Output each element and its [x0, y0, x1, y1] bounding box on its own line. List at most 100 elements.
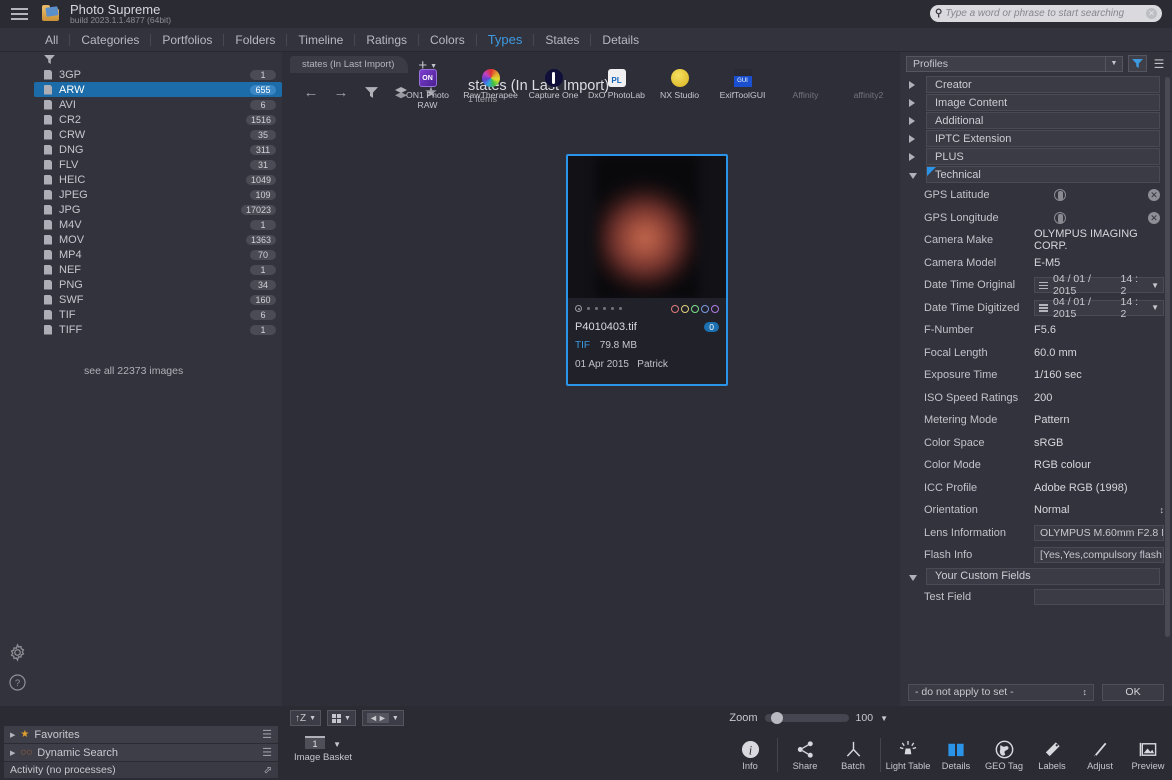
toolbar-info[interactable]: i Info: [726, 738, 774, 771]
globe-icon[interactable]: [1054, 189, 1066, 202]
expand-icon[interactable]: ⬀: [264, 765, 272, 776]
rating-dot[interactable]: [611, 307, 614, 310]
metadata-group-additional[interactable]: Additional: [909, 112, 1160, 129]
metadata-group-iptc-extension[interactable]: IPTC Extension: [909, 130, 1160, 147]
ok-button[interactable]: OK: [1102, 683, 1164, 701]
field-test-field[interactable]: Test Field: [900, 586, 1164, 609]
external-app-affinity[interactable]: Affinity: [774, 69, 837, 100]
see-all-images-link[interactable]: see all 22373 images: [34, 337, 282, 377]
toolbar-preview[interactable]: Preview: [1124, 738, 1172, 771]
field-iso-speed-ratings[interactable]: ISO Speed Ratings 200: [900, 387, 1164, 410]
external-app-exiftoolgui[interactable]: GUI ExifToolGUI: [711, 69, 774, 100]
datetime-input[interactable]: 04 / 01 / 2015 14 : 2 ▼: [1034, 273, 1164, 297]
external-app-on1-photo-raw[interactable]: ON ON1 Photo RAW: [396, 69, 459, 110]
tab-colors[interactable]: Colors: [419, 33, 477, 46]
external-app-dxo-photolab[interactable]: PL DxO PhotoLab: [585, 69, 648, 100]
toolbar-details[interactable]: Details: [932, 738, 980, 771]
toolbar-labels[interactable]: Labels: [1028, 738, 1076, 771]
chevron-down-icon[interactable]: ▼: [1151, 303, 1159, 312]
tab-details[interactable]: Details: [591, 34, 650, 46]
metadata-filter-button[interactable]: [1128, 55, 1147, 72]
spinner-icon[interactable]: ↕: [1083, 688, 1088, 697]
field-focal-length[interactable]: Focal Length 60.0 mm: [900, 342, 1164, 365]
tab-ratings[interactable]: Ratings: [355, 33, 420, 46]
list-item[interactable]: JPG 17023: [34, 202, 282, 217]
external-app-nx-studio[interactable]: NX Studio: [648, 69, 711, 100]
profiles-select[interactable]: Profiles ▼: [906, 55, 1123, 72]
thumbnail-card[interactable]: P4010403.tif 0 TIF 79.8 MB 01 Apr 2015 P…: [566, 154, 728, 386]
field-value[interactable]: [Yes,Yes,compulsory flash: [1034, 547, 1164, 564]
calendar-icon[interactable]: [1039, 281, 1048, 289]
spinner-icon[interactable]: ↕: [1160, 506, 1165, 515]
field-lens-information[interactable]: Lens Information OLYMPUS M.60mm F2.8 Ma: [900, 522, 1164, 545]
external-app-rawtherapee[interactable]: RawTherapee: [459, 69, 522, 100]
activity-status-bar[interactable]: Activity (no processes) ⬀: [4, 762, 278, 778]
external-app-capture-one[interactable]: Capture One: [522, 69, 585, 100]
tab-categories[interactable]: Categories: [70, 33, 152, 46]
field-gps-longitude[interactable]: GPS Longitude ✕: [900, 207, 1164, 230]
metadata-group-technical[interactable]: Technical: [909, 166, 1160, 183]
sort-az-button[interactable]: ↑Z ▼: [290, 710, 322, 726]
hamburger-icon[interactable]: ☰: [262, 728, 272, 741]
metadata-menu-icon[interactable]: ☰: [1152, 57, 1166, 71]
list-item[interactable]: FLV 31: [34, 157, 282, 172]
toolbar-adjust[interactable]: Adjust: [1076, 738, 1124, 771]
list-item[interactable]: M4V 1: [34, 217, 282, 232]
metadata-group-plus[interactable]: PLUS: [909, 148, 1160, 165]
compare-view-button[interactable]: ◄► ▼: [361, 710, 404, 726]
field-flash-info[interactable]: Flash Info [Yes,Yes,compulsory flash: [900, 544, 1164, 567]
list-item[interactable]: AVI 6: [34, 97, 282, 112]
gear-icon[interactable]: [8, 643, 27, 662]
hamburger-icon[interactable]: ☰: [262, 746, 272, 759]
funnel-icon[interactable]: [356, 79, 386, 105]
clear-icon[interactable]: ✕: [1148, 211, 1160, 224]
field-color-space[interactable]: Color Space sRGB: [900, 432, 1164, 455]
list-item[interactable]: DNG 311: [34, 142, 282, 157]
color-label-red[interactable]: [671, 304, 679, 313]
field-gps-latitude[interactable]: GPS Latitude ✕: [900, 184, 1164, 207]
thumbnail-image[interactable]: [568, 156, 726, 298]
toolbar-batch[interactable]: Batch: [829, 738, 877, 771]
toolbar-light-table[interactable]: Light Table: [884, 738, 932, 771]
metadata-scroll-area[interactable]: Creator Image Content Additional IPTC Ex…: [900, 75, 1172, 678]
search-box[interactable]: ⚲ ✕: [930, 5, 1162, 22]
chevron-down-icon[interactable]: ▼: [1105, 56, 1122, 71]
color-label-green[interactable]: [691, 304, 699, 313]
list-item[interactable]: MOV 1363: [34, 232, 282, 247]
clear-icon[interactable]: ✕: [1148, 189, 1160, 202]
field-icc-profile[interactable]: ICC Profile Adobe RGB (1998): [900, 477, 1164, 500]
metadata-group-custom-fields[interactable]: Your Custom Fields: [909, 567, 1160, 585]
tab-types[interactable]: Types: [477, 33, 535, 46]
arrow-left-icon[interactable]: ←: [296, 79, 326, 105]
color-label-blue[interactable]: [701, 304, 709, 313]
metadata-group-creator[interactable]: Creator: [909, 76, 1160, 93]
tab-folders[interactable]: Folders: [224, 33, 288, 46]
field-metering-mode[interactable]: Metering Mode Pattern: [900, 409, 1164, 432]
field-orientation[interactable]: Orientation Normal ↕: [900, 499, 1164, 522]
rating-dot[interactable]: [619, 307, 622, 310]
field-color-mode[interactable]: Color Mode RGB colour: [900, 454, 1164, 477]
field-date-time-digitized[interactable]: Date Time Digitized 04 / 01 / 2015 14 : …: [900, 296, 1164, 320]
color-label-control[interactable]: [671, 304, 719, 313]
list-item[interactable]: SWF 160: [34, 292, 282, 307]
list-item[interactable]: CR2 1516: [34, 112, 282, 127]
list-item[interactable]: ARW 655: [34, 82, 282, 97]
help-icon[interactable]: ?: [8, 673, 27, 692]
funnel-icon[interactable]: [44, 55, 55, 64]
field-exposure-time[interactable]: Exposure Time 1/160 sec: [900, 364, 1164, 387]
list-item[interactable]: MP4 70: [34, 247, 282, 262]
rating-dot[interactable]: [587, 307, 590, 310]
list-item[interactable]: PNG 34: [34, 277, 282, 292]
rating-none-icon[interactable]: [575, 305, 582, 312]
chevron-down-icon[interactable]: ▼: [880, 714, 888, 723]
field-camera-model[interactable]: Camera Model E-M5: [900, 252, 1164, 275]
list-item[interactable]: TIF 6: [34, 307, 282, 322]
arrow-right-icon[interactable]: →: [326, 79, 356, 105]
datetime-input[interactable]: 04 / 01 / 2015 14 : 2 ▼: [1034, 296, 1164, 320]
image-basket[interactable]: 1 ▼ Image Basket: [288, 736, 358, 763]
zoom-slider-knob[interactable]: [770, 712, 783, 724]
metadata-group-image-content[interactable]: Image Content: [909, 94, 1160, 111]
chevron-down-icon[interactable]: ▼: [1151, 281, 1159, 290]
tab-states[interactable]: States: [534, 33, 592, 46]
dynamic-search-panel-header[interactable]: ▶ ◌◌ Dynamic Search ☰: [4, 744, 278, 761]
